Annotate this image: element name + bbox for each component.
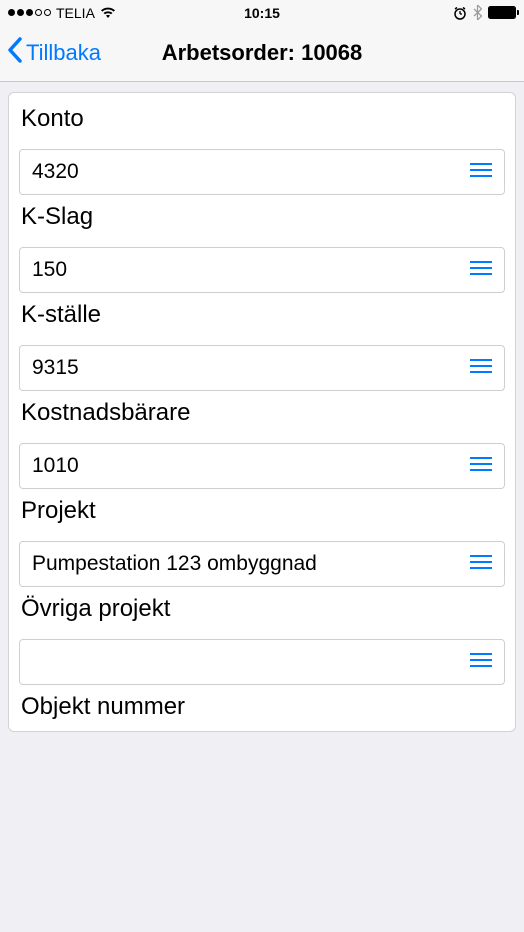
label-projekt: Projekt	[19, 493, 505, 541]
value-kstalle: 9315	[32, 356, 79, 380]
list-icon	[470, 160, 492, 184]
carrier-label: TELIA	[56, 5, 95, 21]
back-button[interactable]: Tillbaka	[6, 36, 101, 70]
label-objektnummer: Objekt nummer	[19, 689, 505, 731]
label-konto: Konto	[19, 101, 505, 149]
value-kslag: 150	[32, 258, 67, 282]
signal-strength-icon	[8, 9, 51, 16]
input-konto[interactable]: 4320	[19, 149, 505, 195]
wifi-icon	[100, 7, 116, 19]
label-kostnadsbarare: Kostnadsbärare	[19, 395, 505, 443]
label-kslag: K-Slag	[19, 199, 505, 247]
status-bar: TELIA 10:15	[0, 0, 524, 25]
list-icon	[470, 552, 492, 576]
input-ovrigaprojekt[interactable]	[19, 639, 505, 685]
page-title: Arbetsorder: 10068	[162, 40, 363, 66]
list-icon	[470, 454, 492, 478]
input-projekt[interactable]: Pumpestation 123 ombyggnad	[19, 541, 505, 587]
value-kostnadsbarare: 1010	[32, 454, 79, 478]
list-icon	[470, 258, 492, 282]
label-kstalle: K-ställe	[19, 297, 505, 345]
bluetooth-icon	[473, 5, 482, 20]
list-icon	[470, 650, 492, 674]
value-projekt: Pumpestation 123 ombyggnad	[32, 552, 317, 576]
alarm-icon	[453, 6, 467, 20]
content: Konto 4320 K-Slag 150 K-ställe 9315 Kost…	[0, 82, 524, 732]
list-icon	[470, 356, 492, 380]
back-label: Tillbaka	[26, 40, 101, 66]
nav-bar: Tillbaka Arbetsorder: 10068	[0, 25, 524, 82]
input-kslag[interactable]: 150	[19, 247, 505, 293]
form-card: Konto 4320 K-Slag 150 K-ställe 9315 Kost…	[8, 92, 516, 732]
value-konto: 4320	[32, 160, 79, 184]
chevron-left-icon	[6, 36, 24, 70]
battery-icon	[488, 6, 516, 19]
status-right	[453, 5, 516, 20]
input-kostnadsbarare[interactable]: 1010	[19, 443, 505, 489]
status-time: 10:15	[244, 5, 280, 21]
status-left: TELIA	[8, 5, 116, 21]
input-kstalle[interactable]: 9315	[19, 345, 505, 391]
label-ovrigaprojekt: Övriga projekt	[19, 591, 505, 639]
